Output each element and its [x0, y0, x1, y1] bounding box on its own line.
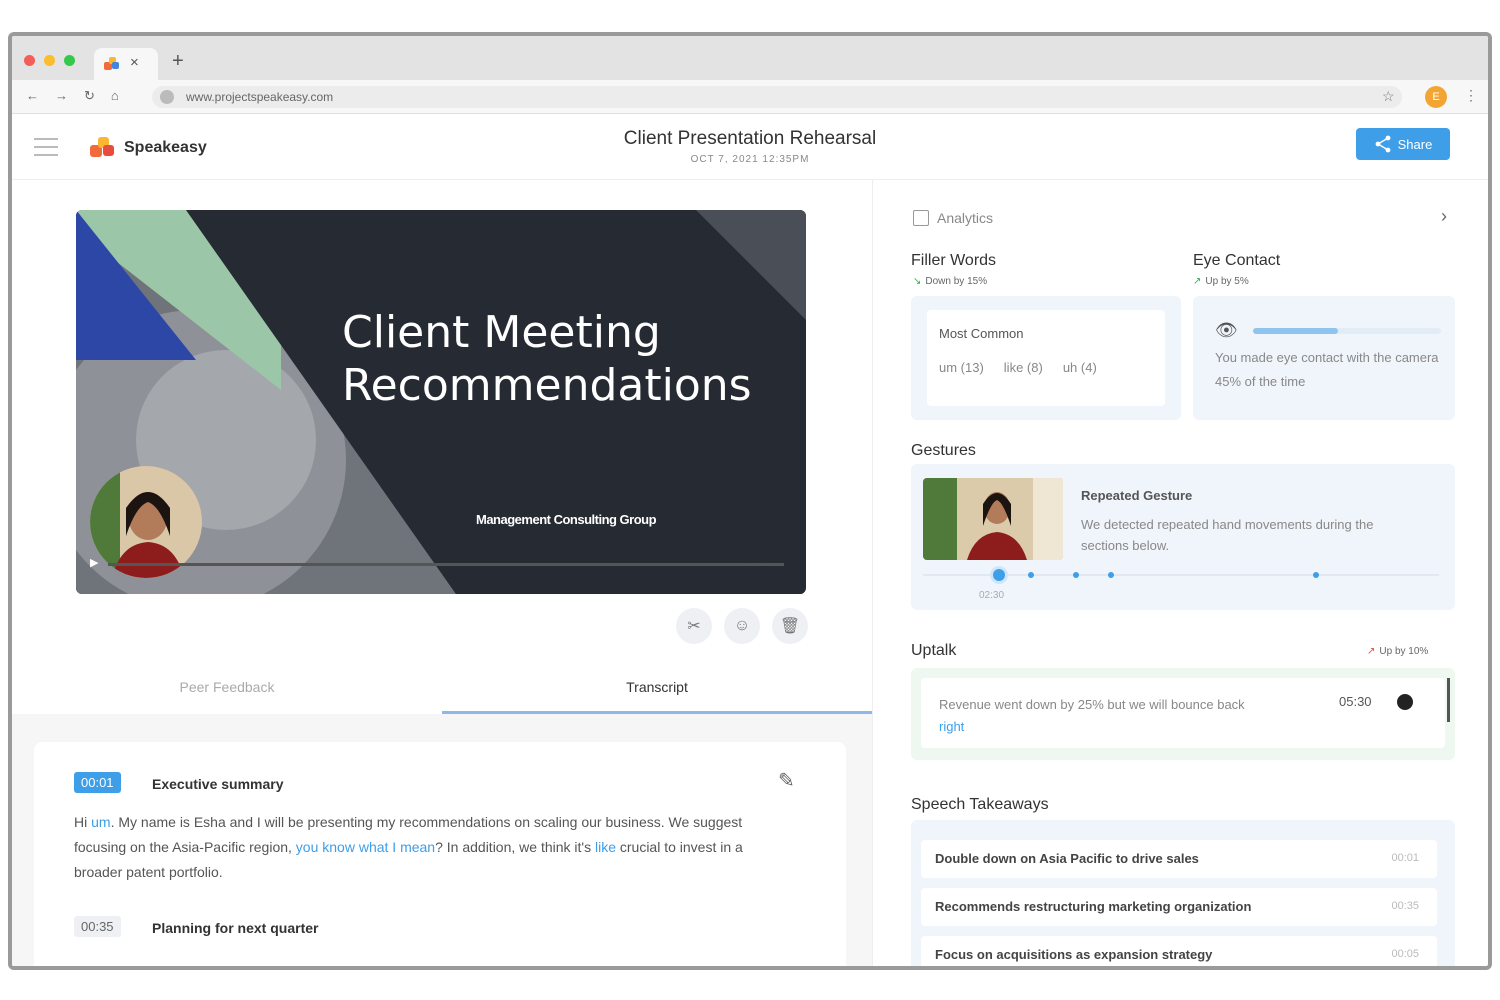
- scissors-icon[interactable]: ✂: [676, 608, 712, 644]
- filler-highlight[interactable]: like: [595, 839, 616, 855]
- timeline-marker[interactable]: [1108, 572, 1114, 578]
- transcript-text: ? In addition, we think it's: [435, 839, 595, 855]
- address-toolbar: ← → ↻ ⌂ www.projectspeakeasy.com ☆ E ⋮: [12, 80, 1488, 114]
- gesture-timeline[interactable]: [923, 569, 1439, 581]
- filler-word-item: like (8): [1003, 360, 1043, 375]
- timeline-marker[interactable]: [1073, 572, 1079, 578]
- uptalk-trend: ↗ Up by 10%: [1367, 646, 1429, 657]
- left-pane: Client Meeting Recommendations Managemen…: [12, 180, 872, 966]
- uptalk-panel: Revenue went down by 25% but we will bou…: [911, 668, 1455, 760]
- page-date: OCT 7, 2021 12:35PM: [690, 154, 810, 165]
- speech-takeaways-heading: Speech Takeaways: [911, 796, 1049, 813]
- scroll-indicator: [1447, 678, 1450, 722]
- gesture-text: We detected repeated hand movements duri…: [1081, 517, 1374, 553]
- filler-word-list: um (13) like (8) uh (4): [939, 360, 1097, 375]
- timestamp-badge[interactable]: 00:35: [74, 916, 121, 937]
- filler-highlight[interactable]: um: [91, 814, 110, 830]
- play-circle-icon[interactable]: [1397, 694, 1413, 710]
- presenter-avatar: [90, 466, 202, 578]
- gesture-thumbnail[interactable]: [923, 478, 1063, 560]
- speakeasy-favicon-icon: [104, 57, 119, 70]
- analytics-pane: Analytics › Filler Words ↘ Down by 15% Mo…: [872, 180, 1488, 966]
- browser-menu-icon[interactable]: ⋮: [1464, 87, 1478, 104]
- transcript-text: Hi: [74, 814, 92, 830]
- filler-words-heading: Filler Words: [911, 252, 997, 269]
- lock-icon: [160, 90, 174, 104]
- trend-down-icon: ↘: [913, 276, 922, 287]
- timeline-marker[interactable]: [1313, 572, 1319, 578]
- play-icon[interactable]: ▶: [90, 556, 98, 569]
- reload-icon[interactable]: ↻: [84, 88, 95, 104]
- close-window-button[interactable]: [24, 55, 35, 66]
- most-common-box: Most Common um (13) like (8) uh (4): [927, 310, 1165, 406]
- transcript-paragraph: Hi um. My name is Esha and I will be pre…: [74, 810, 754, 885]
- takeaways-panel: Double down on Asia Pacific to drive sal…: [911, 820, 1455, 966]
- video-progress-bar[interactable]: [108, 563, 784, 566]
- eye-contact-text: You made eye contact with the camera 45%…: [1215, 350, 1439, 389]
- takeaway-item[interactable]: Double down on Asia Pacific to drive sal…: [921, 840, 1437, 878]
- user-check-icon[interactable]: ☺: [724, 608, 760, 644]
- close-tab-icon[interactable]: ×: [130, 54, 139, 71]
- video-tools: ✂ ☺ 🗑: [676, 608, 808, 644]
- share-icon: [1375, 135, 1391, 153]
- window-controls: [24, 55, 75, 66]
- minimize-window-button[interactable]: [44, 55, 55, 66]
- page-title: Client Presentation Rehearsal: [623, 128, 877, 149]
- app-header: Speakeasy Client Presentation Rehearsal …: [12, 114, 1488, 180]
- timeline-marker[interactable]: [1028, 572, 1034, 578]
- filler-words-panel: Most Common um (13) like (8) uh (4): [911, 296, 1181, 420]
- slide-subtitle: Management Consulting Group: [476, 512, 657, 527]
- eye-contact-trend: ↗ Up by 5%: [1193, 276, 1249, 287]
- edit-icon[interactable]: ✎: [778, 768, 795, 793]
- browser-tab-bar: × +: [12, 36, 1488, 80]
- takeaway-item[interactable]: Recommends restructuring marketing organ…: [921, 888, 1437, 926]
- tab-transcript[interactable]: Transcript: [442, 672, 872, 714]
- section-title: Executive summary: [152, 776, 284, 792]
- timeline-marker[interactable]: [993, 569, 1005, 581]
- share-label: Share: [1397, 136, 1433, 152]
- gestures-heading: Gestures: [911, 442, 976, 459]
- filler-word-item: um (13): [939, 360, 984, 375]
- tab-peer-feedback[interactable]: Peer Feedback: [12, 672, 442, 714]
- filler-word-item: uh (4): [1062, 360, 1097, 375]
- timeline-time-label: 02:30: [979, 590, 1005, 601]
- filler-highlight[interactable]: you know what I mean: [296, 839, 435, 855]
- analytics-icon: [913, 210, 929, 226]
- slide-title: Client Meeting Recommendations: [342, 307, 752, 411]
- takeaway-item[interactable]: Focus on acquisitions as expansion strat…: [921, 936, 1437, 966]
- home-icon[interactable]: ⌂: [111, 88, 119, 104]
- trend-up-icon: ↗: [1193, 276, 1202, 287]
- share-button[interactable]: Share: [1356, 128, 1450, 160]
- eye-contact-heading: Eye Contact: [1193, 252, 1281, 269]
- feedback-tabs: Peer Feedback Transcript: [12, 672, 872, 714]
- back-arrow-icon[interactable]: ←: [26, 88, 39, 104]
- new-tab-button[interactable]: +: [172, 50, 184, 73]
- video-player[interactable]: Client Meeting Recommendations Managemen…: [76, 210, 806, 594]
- gesture-title: Repeated Gesture: [1081, 488, 1193, 503]
- timestamp-badge[interactable]: 00:01: [74, 772, 121, 793]
- eye-contact-bar: [1253, 328, 1441, 334]
- url-bar[interactable]: www.projectspeakeasy.com: [152, 86, 1402, 108]
- analytics-label: Analytics: [937, 210, 994, 226]
- eye-icon: 👁: [1215, 320, 1238, 340]
- transcript-card: 00:01 Executive summary ✎ Hi um. My name…: [34, 742, 846, 966]
- filler-words-trend: ↘ Down by 15%: [913, 276, 988, 287]
- profile-avatar[interactable]: E: [1425, 86, 1447, 108]
- chevron-right-icon[interactable]: ›: [1441, 206, 1447, 227]
- eye-contact-panel: 👁 You made eye contact with the camera 4…: [1193, 296, 1455, 420]
- forward-arrow-icon[interactable]: →: [55, 88, 68, 104]
- trash-icon[interactable]: 🗑: [772, 608, 808, 644]
- section-title: Planning for next quarter: [152, 920, 319, 936]
- maximize-window-button[interactable]: [64, 55, 75, 66]
- url-text: www.projectspeakeasy.com: [186, 90, 334, 104]
- most-common-title: Most Common: [939, 326, 1024, 341]
- browser-window: × + ← → ↻ ⌂ www.projectspeakeasy.com ☆ E…: [8, 32, 1492, 970]
- browser-tab[interactable]: ×: [94, 48, 158, 80]
- uptalk-time[interactable]: 05:30: [1339, 694, 1372, 709]
- uptalk-heading: Uptalk: [911, 642, 957, 659]
- trend-up-icon: ↗: [1367, 646, 1376, 657]
- uptalk-text: Revenue went down by 25% but we will bou…: [939, 697, 1245, 734]
- gestures-panel: Repeated Gesture We detected repeated ha…: [911, 464, 1455, 610]
- bookmark-star-icon[interactable]: ☆: [1382, 88, 1395, 105]
